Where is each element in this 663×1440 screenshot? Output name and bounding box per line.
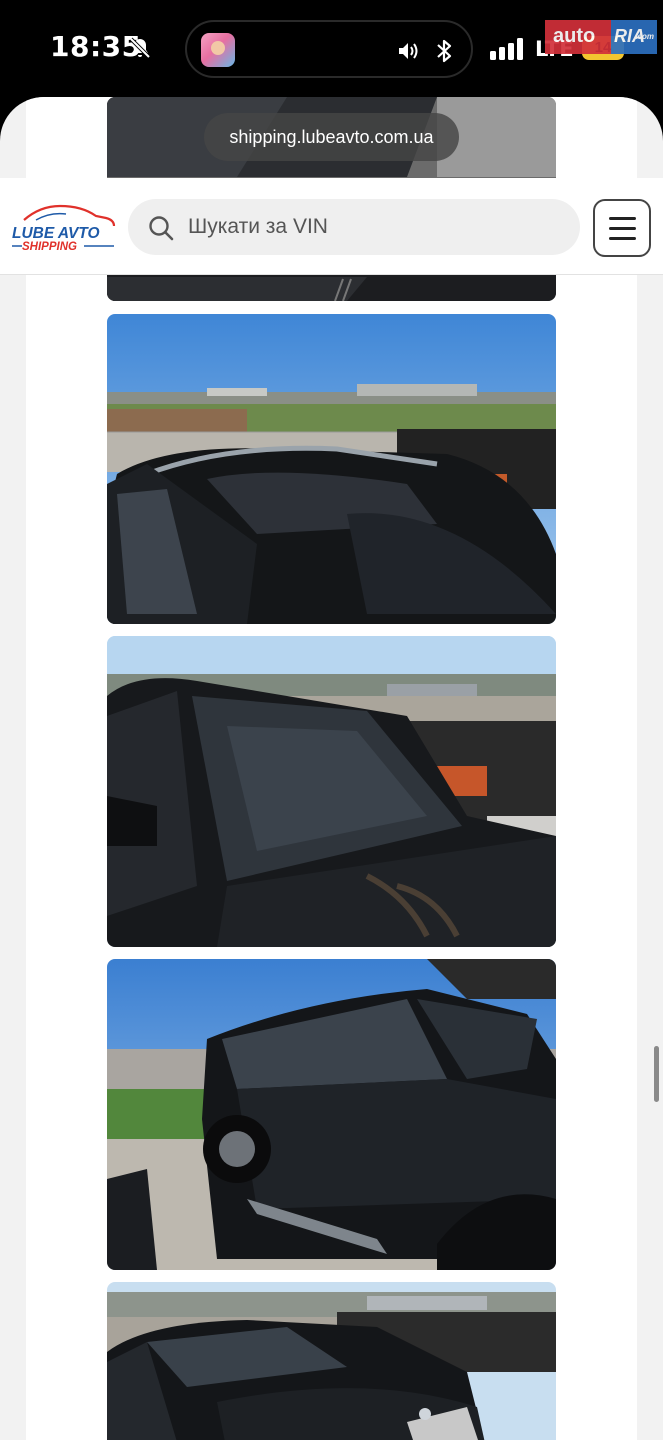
bluetooth-icon (437, 39, 452, 63)
logo-line1: LUBE AVTO (12, 225, 100, 242)
watermark-auto: auto (545, 20, 611, 54)
url-bar[interactable]: shipping.lubeavto.com.ua (204, 113, 459, 161)
bell-slash-icon (129, 37, 151, 59)
site-logo[interactable]: LUBE AVTO SHIPPING (10, 200, 118, 256)
watermark-ria: RIA .com (611, 20, 657, 54)
autoria-watermark: auto RIA .com (545, 20, 657, 54)
car-photo-4[interactable] (107, 959, 556, 1270)
dynamic-island[interactable] (185, 20, 473, 78)
search-icon[interactable] (148, 215, 174, 241)
menu-bar-top (609, 217, 636, 220)
menu-bar-middle (609, 227, 636, 230)
car-photo-5[interactable] (107, 1282, 556, 1440)
now-playing-avatar (201, 33, 235, 67)
menu-bar-bottom (609, 237, 636, 240)
site-header: LUBE AVTO SHIPPING (0, 178, 663, 275)
hamburger-menu-button[interactable] (593, 199, 651, 257)
signal-icon (490, 38, 523, 60)
watermark-suffix: .com (635, 32, 654, 41)
logo-line2: SHIPPING (22, 241, 77, 253)
page-scrollbar[interactable] (654, 1046, 659, 1102)
browser-page: shipping.lubeavto.com.ua LUBE AVTO SHIPP… (0, 97, 663, 1440)
car-photo-3[interactable] (107, 636, 556, 947)
vin-search (128, 199, 580, 255)
car-photo-2[interactable] (107, 314, 556, 624)
audio-wave-icon (399, 43, 418, 59)
vin-search-input[interactable] (188, 199, 568, 255)
